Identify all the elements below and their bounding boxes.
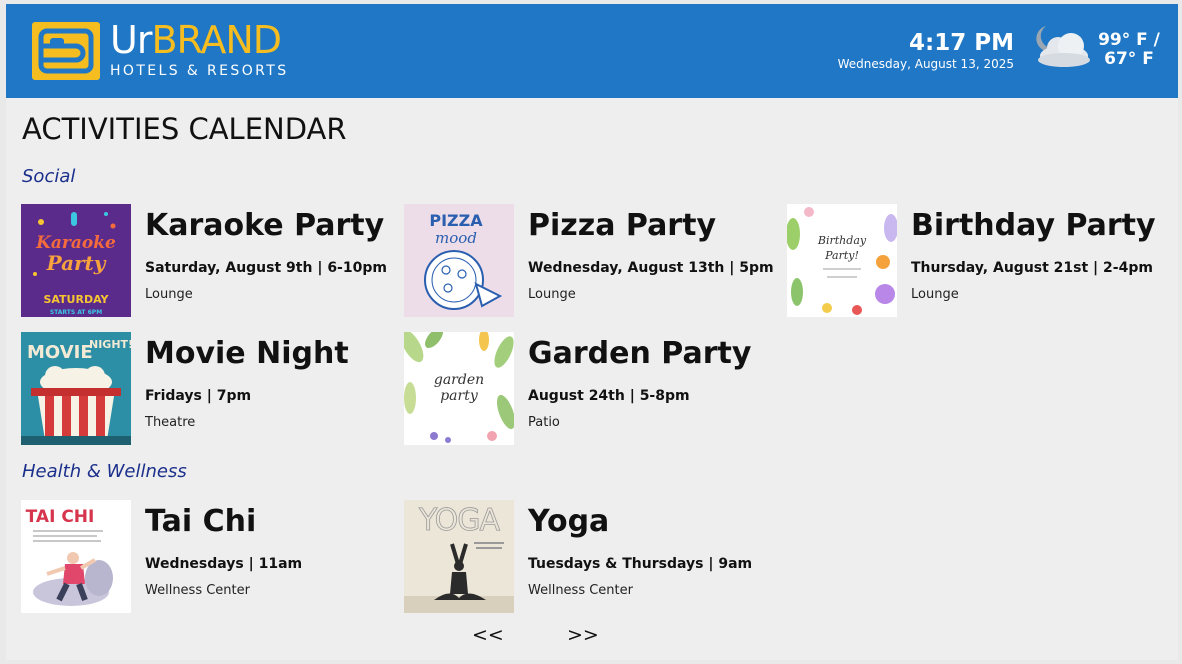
next-page-button[interactable]: >> <box>567 624 599 646</box>
pizza-poster-image: PIZZA mood <box>404 204 514 317</box>
page-title: ACTIVITIES CALENDAR <box>22 112 347 146</box>
garden-poster-image: garden party <box>404 332 514 445</box>
event-card-movie-night[interactable]: MOVIE NIGHT! Movie Night Fridays | 7pm T… <box>21 332 391 446</box>
section-title-social: Social <box>22 166 76 187</box>
night-cloudy-icon <box>1032 22 1092 72</box>
event-where: Wellness Center <box>528 583 633 598</box>
section-title-health-wellness: Health & Wellness <box>22 461 187 482</box>
event-where: Theatre <box>145 415 196 430</box>
event-when: Fridays | 7pm <box>145 388 252 404</box>
event-card-karaoke[interactable]: Karaoke Party SATURDAY STARTS AT 6PM Kar… <box>21 204 391 318</box>
event-when: Wednesdays | 11am <box>145 556 303 572</box>
svg-text:NIGHT!: NIGHT! <box>89 338 131 351</box>
event-card-yoga[interactable]: YOGA Yoga Tuesdays & Thursdays | 9am Wel… <box>404 500 774 614</box>
temperature: 99° F / 67° F <box>1098 31 1160 69</box>
event-title: Tai Chi <box>145 504 257 539</box>
svg-text:Party: Party <box>46 251 107 275</box>
svg-text:YOGA: YOGA <box>418 503 501 538</box>
event-title: Karaoke Party <box>145 208 385 243</box>
birthday-poster-image: Birthday Party! <box>787 204 897 317</box>
svg-text:party: party <box>440 388 479 404</box>
event-when: August 24th | 5-8pm <box>528 388 690 404</box>
temp-high: 99° F / <box>1098 30 1160 50</box>
event-where: Lounge <box>528 287 576 302</box>
previous-page-button[interactable]: << <box>472 624 504 646</box>
svg-text:Birthday: Birthday <box>817 234 867 247</box>
svg-text:SATURDAY: SATURDAY <box>43 293 109 306</box>
event-card-garden-party[interactable]: garden party Garden Party August 24th | … <box>404 332 774 446</box>
karaoke-poster-image: Karaoke Party SATURDAY STARTS AT 6PM <box>21 204 131 317</box>
svg-text:MOVIE: MOVIE <box>27 342 93 363</box>
movie-poster-image: MOVIE NIGHT! <box>21 332 131 445</box>
event-title: Garden Party <box>528 336 752 371</box>
event-where: Lounge <box>911 287 959 302</box>
svg-text:Karaoke: Karaoke <box>35 233 116 253</box>
brand-subtitle: HOTELS & RESORTS <box>110 63 289 79</box>
yoga-poster-image: YOGA <box>404 500 514 613</box>
svg-text:garden: garden <box>434 372 484 388</box>
temp-low: 67° F <box>1104 49 1154 69</box>
svg-text:STARTS AT 6PM: STARTS AT 6PM <box>50 309 102 316</box>
event-when: Wednesday, August 13th | 5pm <box>528 260 774 276</box>
hotel-bed-logo-icon <box>32 22 100 80</box>
brand-logo: UrBRAND HOTELS & RESORTS <box>110 18 288 80</box>
event-where: Wellness Center <box>145 583 250 598</box>
event-title: Pizza Party <box>528 208 716 243</box>
clock-time: 4:17 PM <box>909 30 1014 56</box>
event-when: Tuesdays & Thursdays | 9am <box>528 556 753 572</box>
brand-name: BRAND <box>151 18 282 62</box>
svg-text:Party!: Party! <box>824 249 859 262</box>
event-card-tai-chi[interactable]: TAI CHI Tai Chi Wednesdays | 11am Wellne… <box>21 500 391 614</box>
brand-ur: Ur <box>110 18 152 62</box>
event-where: Lounge <box>145 287 193 302</box>
event-title: Birthday Party <box>911 208 1156 243</box>
event-where: Patio <box>528 415 560 430</box>
signage-frame: UrBRAND HOTELS & RESORTS 4:17 PM Wednesd… <box>6 4 1178 660</box>
header-bar: UrBRAND HOTELS & RESORTS 4:17 PM Wednesd… <box>6 4 1178 98</box>
svg-text:TAI CHI: TAI CHI <box>26 507 95 527</box>
event-card-pizza[interactable]: PIZZA mood Pizza Party Wednesday, August… <box>404 204 774 318</box>
event-when: Saturday, August 9th | 6-10pm <box>145 260 387 276</box>
taichi-poster-image: TAI CHI <box>21 500 131 613</box>
event-when: Thursday, August 21st | 2-4pm <box>911 260 1153 276</box>
svg-text:PIZZA: PIZZA <box>429 211 483 230</box>
clock-date: Wednesday, August 13, 2025 <box>837 57 1014 71</box>
event-title: Yoga <box>528 504 610 539</box>
svg-text:mood: mood <box>435 229 477 247</box>
event-title: Movie Night <box>145 336 349 371</box>
event-card-birthday[interactable]: Birthday Party! Birthday Party Thursday,… <box>787 204 1157 318</box>
